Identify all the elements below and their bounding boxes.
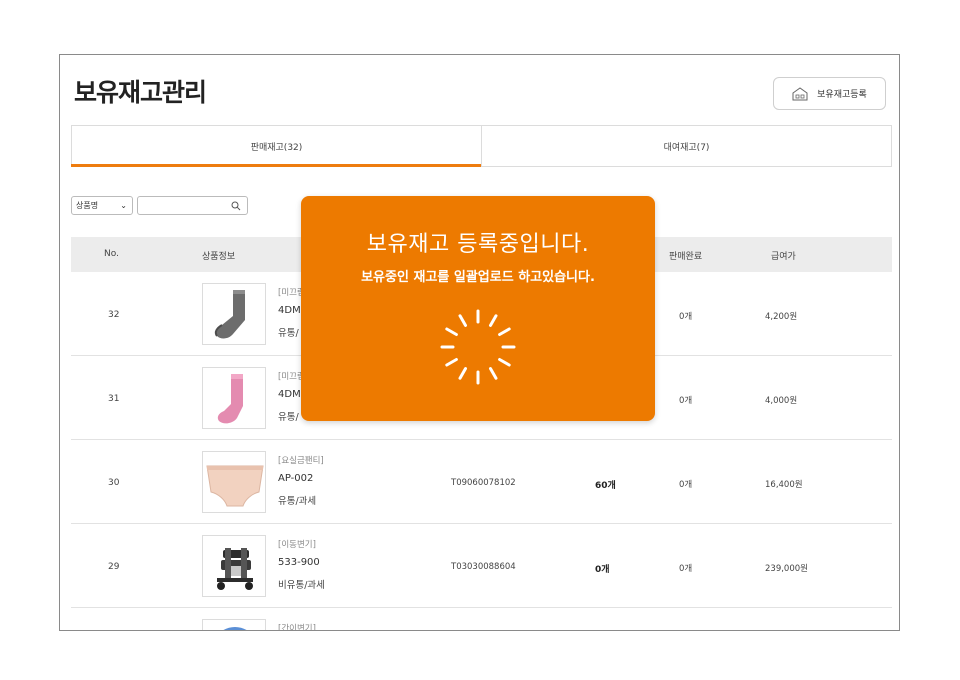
header-product: 상품정보 — [202, 252, 236, 262]
portable-urinal-image — [223, 627, 247, 630]
product-category: [간이변기] — [278, 624, 316, 631]
product-tax-type: 비유통/과세 — [278, 580, 325, 591]
search-filter: 상품명 ⌄ — [71, 196, 248, 215]
product-price: 16,400원 — [765, 480, 803, 490]
sold-count: 0개 — [679, 480, 693, 490]
register-inventory-button[interactable]: 보유재고등록 — [773, 77, 886, 110]
table-row[interactable]: 30 [요실금팬티] AP-002 유통/과세 T09060078102 60개… — [71, 440, 892, 524]
sold-count: 0개 — [679, 396, 693, 406]
row-number: 31 — [108, 394, 120, 404]
product-tax-type: 유통/ — [278, 328, 299, 339]
incontinence-pants-image — [206, 465, 264, 507]
product-thumbnail[interactable] — [202, 367, 266, 429]
row-number: 32 — [108, 310, 120, 320]
modal-subtitle: 보유중인 재고를 일괄업로드 하고있습니다. — [361, 270, 595, 285]
page-title: 보유재고관리 — [74, 78, 207, 107]
row-number: 30 — [108, 478, 120, 488]
register-button-label: 보유재고등록 — [817, 90, 867, 100]
warehouse-icon — [792, 86, 808, 100]
tab-label: 판매재고(32) — [250, 142, 303, 153]
loading-spinner-icon — [440, 309, 516, 385]
product-tax-type: 유통/과세 — [278, 496, 317, 507]
sold-count: 0개 — [679, 312, 693, 322]
search-icon[interactable] — [231, 201, 241, 211]
header-no: No. — [104, 249, 119, 259]
commode-chair-image — [217, 548, 253, 590]
table-row[interactable]: [간이변기] — [71, 608, 892, 631]
product-code: 533-900 — [278, 557, 320, 568]
search-type-select[interactable]: 상품명 ⌄ — [71, 196, 133, 215]
tab-sales-inventory[interactable]: 판매재고(32) — [71, 126, 481, 167]
table-row[interactable]: 29 [이동변기] 533-900 비유통/과세 T03030088604 0개… — [71, 524, 892, 608]
product-code: AP-002 — [278, 473, 314, 484]
pink-sock-image — [217, 374, 243, 424]
header-price: 급여가 — [771, 252, 796, 262]
product-tax-type: 유통/ — [278, 412, 299, 423]
product-category: [이동변기] — [278, 540, 316, 550]
stock-count: 60개 — [595, 481, 616, 491]
gray-sock-image — [214, 290, 245, 339]
chevron-down-icon: ⌄ — [120, 201, 127, 210]
product-thumbnail[interactable] — [202, 619, 266, 630]
tab-label: 대여재고(7) — [663, 142, 710, 153]
upload-progress-modal: 보유재고 등록중입니다. 보유중인 재고를 일괄업로드 하고있습니다. — [301, 196, 655, 421]
product-thumbnail[interactable] — [202, 451, 266, 513]
search-input[interactable] — [137, 196, 248, 215]
inventory-tabs: 판매재고(32) 대여재고(7) — [71, 125, 892, 167]
product-serial: T09060078102 — [451, 478, 516, 488]
product-price: 4,000원 — [765, 396, 798, 406]
product-thumbnail[interactable] — [202, 283, 266, 345]
product-thumbnail[interactable] — [202, 535, 266, 597]
tab-rental-inventory[interactable]: 대여재고(7) — [481, 126, 891, 166]
product-serial: T03030088604 — [451, 562, 516, 572]
product-price: 4,200원 — [765, 312, 798, 322]
sold-count: 0개 — [679, 564, 693, 574]
modal-title: 보유재고 등록중입니다. — [366, 232, 590, 257]
product-category: [요실금팬티] — [278, 456, 324, 466]
product-price: 239,000원 — [765, 564, 808, 574]
row-number: 29 — [108, 562, 120, 572]
stock-count: 0개 — [595, 565, 610, 575]
select-value: 상품명 — [76, 201, 99, 210]
header-sold: 판매완료 — [669, 252, 703, 262]
